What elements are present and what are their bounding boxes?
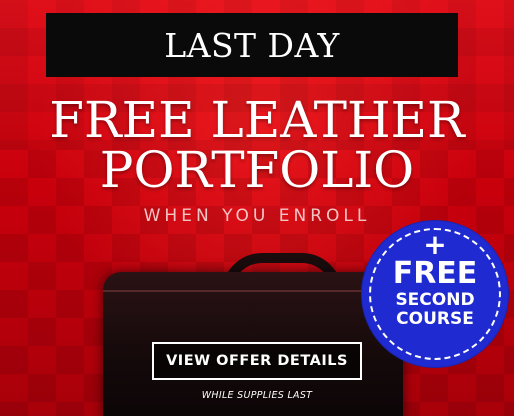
badge-plus: + (423, 228, 447, 261)
portfolio-flap-line (103, 290, 403, 306)
headline-line-2: PORTFOLIO (99, 141, 415, 199)
badge-line-3: COURSE (396, 309, 474, 329)
badge-line-1: FREE (392, 256, 478, 291)
free-course-badge: + FREE SECOND COURSE (362, 221, 508, 367)
headline-line-1: FREE LEATHER (49, 91, 465, 149)
badge-line-2: SECOND (395, 290, 475, 310)
last-day-label: LAST DAY (164, 25, 340, 65)
last-day-box: LAST DAY (46, 13, 458, 77)
view-offer-details-button[interactable]: VIEW OFFER DETAILS (152, 342, 362, 380)
supplies-footnote: WHILE SUPPLIES LAST (201, 390, 313, 401)
promo-banner[interactable]: LAST DAY FREE LEATHER PORTFOLIO WHEN YOU… (0, 0, 514, 416)
